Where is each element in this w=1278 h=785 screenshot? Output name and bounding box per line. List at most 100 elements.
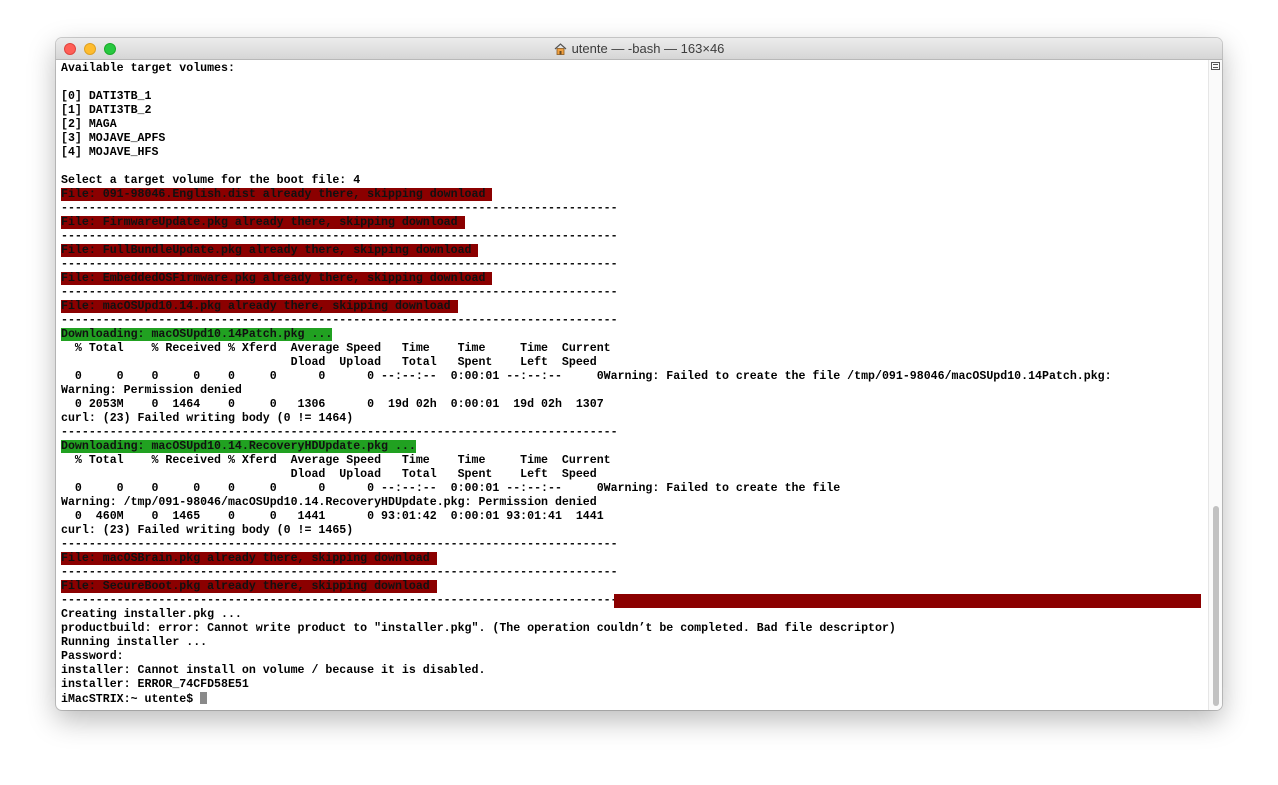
error-highlight-text: File: macOSBrain.pkg already there, skip… — [61, 552, 437, 565]
line-text: curl: (23) Failed writing body (0 != 146… — [61, 524, 354, 537]
terminal-line: Password: — [61, 650, 1201, 664]
line-text: % Total % Received % Xferd Average Speed… — [61, 454, 611, 467]
line-text: ----------------------------------------… — [61, 538, 618, 551]
terminal-line: Downloading: macOSUpd10.14.RecoveryHDUpd… — [61, 440, 1201, 454]
terminal-line: [4] MOJAVE_HFS — [61, 146, 1201, 160]
terminal-line: ----------------------------------------… — [61, 314, 1201, 328]
terminal-line: 0 460M 0 1465 0 0 1441 0 93:01:42 0:00:0… — [61, 510, 1201, 524]
line-text: Warning: /tmp/091-98046/macOSUpd10.14.Re… — [61, 496, 597, 509]
line-text: ----------------------------------------… — [61, 258, 618, 271]
terminal-line: Warning: Permission denied — [61, 384, 1201, 398]
terminal-line: 0 0 0 0 0 0 0 0 --:--:-- 0:00:01 --:--:-… — [61, 370, 1201, 384]
line-text: Warning: Permission denied — [61, 384, 242, 397]
terminal-line: Creating installer.pkg ... — [61, 608, 1201, 622]
line-text: [3] MOJAVE_APFS — [61, 132, 166, 145]
error-highlight-text: File: SecureBoot.pkg already there, skip… — [61, 580, 437, 593]
home-icon — [554, 43, 566, 55]
terminal-line: File: FirmwareUpdate.pkg already there, … — [61, 216, 1201, 230]
terminal-line: ----------------------------------------… — [61, 258, 1201, 272]
terminal-line: ----------------------------------------… — [61, 230, 1201, 244]
terminal-line: curl: (23) Failed writing body (0 != 146… — [61, 524, 1201, 538]
terminal-line: Select a target volume for the boot file… — [61, 174, 1201, 188]
error-highlight-text: File: FullBundleUpdate.pkg already there… — [61, 244, 479, 257]
terminal-line: % Total % Received % Xferd Average Speed… — [61, 454, 1201, 468]
line-text: installer: ERROR_74CFD58E51 — [61, 678, 249, 691]
line-text: ----------------------------------------… — [61, 314, 618, 327]
title-bar[interactable]: utente — -bash — 163×46 — [56, 38, 1222, 60]
line-text: ----------------------------------------… — [61, 286, 618, 299]
download-highlight-text: Downloading: macOSUpd10.14.RecoveryHDUpd… — [61, 440, 416, 453]
terminal-line: Available target volumes: — [61, 62, 1201, 76]
terminal-line: ----------------------------------------… — [61, 566, 1201, 580]
line-text: [4] MOJAVE_HFS — [61, 146, 159, 159]
terminal-line: 0 0 0 0 0 0 0 0 --:--:-- 0:00:01 --:--:-… — [61, 482, 1201, 496]
terminal-line: installer: ERROR_74CFD58E51 — [61, 678, 1201, 692]
vertical-scrollbar[interactable] — [1208, 60, 1222, 710]
terminal-output[interactable]: Available target volumes: [0] DATI3TB_1 [1… — [61, 62, 1201, 708]
line-text: 0 460M 0 1465 0 0 1441 0 93:01:42 0:00:0… — [61, 510, 604, 523]
line-text: Creating installer.pkg ... — [61, 608, 242, 621]
line-text: [2] MAGA — [61, 118, 117, 131]
line-text: productbuild: error: Cannot write produc… — [61, 622, 896, 635]
window-title-text: utente — -bash — 163×46 — [571, 41, 725, 56]
split-pane-icon[interactable] — [1211, 62, 1220, 70]
line-text: Available target volumes: — [61, 62, 235, 75]
error-highlight-text: File: 091-98046.English.dist already the… — [61, 188, 493, 201]
terminal-line: Warning: /tmp/091-98046/macOSUpd10.14.Re… — [61, 496, 1201, 510]
line-text: installer: Cannot install on volume / be… — [61, 664, 486, 677]
terminal-line: File: SecureBoot.pkg already there, skip… — [61, 580, 1201, 594]
terminal-line: 0 2053M 0 1464 0 0 1306 0 19d 02h 0:00:0… — [61, 398, 1201, 412]
line-text: Dload Upload Total Spent Left Speed — [61, 468, 597, 481]
line-text: Select a target volume for the boot file… — [61, 174, 361, 187]
terminal-line: ----------------------------------------… — [61, 594, 1201, 608]
terminal-line: productbuild: error: Cannot write produc… — [61, 622, 1201, 636]
line-text: [1] DATI3TB_2 — [61, 104, 152, 117]
terminal-line: Downloading: macOSUpd10.14Patch.pkg ... — [61, 328, 1201, 342]
line-text: 0 2053M 0 1464 0 0 1306 0 19d 02h 0:00:0… — [61, 398, 604, 411]
line-text: 0 0 0 0 0 0 0 0 --:--:-- 0:00:01 --:--:-… — [61, 482, 841, 495]
line-text: [0] DATI3TB_1 — [61, 90, 152, 103]
terminal-line: File: FullBundleUpdate.pkg already there… — [61, 244, 1201, 258]
terminal-line: [2] MAGA — [61, 118, 1201, 132]
line-text: curl: (23) Failed writing body (0 != 146… — [61, 412, 354, 425]
error-highlight-text: File: macOSUpd10.14.pkg already there, s… — [61, 300, 458, 313]
window-title: utente — -bash — 163×46 — [56, 41, 1222, 57]
line-text: ----------------------------------------… — [61, 426, 618, 439]
line-text: ----------------------------------------… — [61, 202, 618, 215]
terminal-line: % Total % Received % Xferd Average Speed… — [61, 342, 1201, 356]
terminal-line: Dload Upload Total Spent Left Speed — [61, 356, 1201, 370]
line-text: % Total % Received % Xferd Average Speed… — [61, 342, 611, 355]
terminal-line: [1] DATI3TB_2 — [61, 104, 1201, 118]
line-text: 0 0 0 0 0 0 0 0 --:--:-- 0:00:01 --:--:-… — [61, 370, 1112, 383]
terminal-line: [3] MOJAVE_APFS — [61, 132, 1201, 146]
terminal-line: iMacSTRIX:~ utente$ — [61, 692, 1201, 706]
line-text: ----------------------------------------… — [61, 594, 618, 607]
line-text: Dload Upload Total Spent Left Speed — [61, 356, 597, 369]
line-text: ----------------------------------------… — [61, 230, 618, 243]
line-text: Password: — [61, 650, 124, 663]
line-text: Running installer ... — [61, 636, 208, 649]
error-highlight-bar — [614, 594, 1201, 608]
terminal-line: curl: (23) Failed writing body (0 != 146… — [61, 412, 1201, 426]
line-text: ----------------------------------------… — [61, 566, 618, 579]
terminal-line: ----------------------------------------… — [61, 286, 1201, 300]
terminal-line: Running installer ... — [61, 636, 1201, 650]
scroll-thumb[interactable] — [1213, 506, 1219, 706]
terminal-line: ----------------------------------------… — [61, 202, 1201, 216]
terminal-line: [0] DATI3TB_1 — [61, 90, 1201, 104]
terminal-line: File: macOSBrain.pkg already there, skip… — [61, 552, 1201, 566]
terminal-line: File: macOSUpd10.14.pkg already there, s… — [61, 300, 1201, 314]
terminal-line: File: EmbeddedOSFirmware.pkg already the… — [61, 272, 1201, 286]
error-highlight-text: File: FirmwareUpdate.pkg already there, … — [61, 216, 465, 229]
terminal-line: ----------------------------------------… — [61, 426, 1201, 440]
terminal-line: installer: Cannot install on volume / be… — [61, 664, 1201, 678]
terminal-line: ----------------------------------------… — [61, 538, 1201, 552]
terminal-window: utente — -bash — 163×46 Available target… — [56, 38, 1222, 710]
text-cursor — [200, 692, 208, 704]
download-highlight-text: Downloading: macOSUpd10.14Patch.pkg ... — [61, 328, 333, 341]
line-text: iMacSTRIX:~ utente$ — [61, 693, 201, 706]
terminal-line: Dload Upload Total Spent Left Speed — [61, 468, 1201, 482]
terminal-line: File: 091-98046.English.dist already the… — [61, 188, 1201, 202]
